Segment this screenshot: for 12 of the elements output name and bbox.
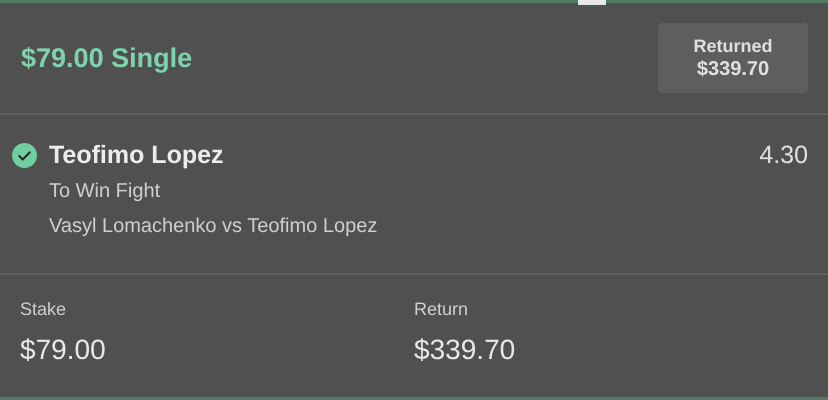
page-indicator: [578, 0, 606, 5]
summary-value: $339.70: [414, 334, 516, 366]
summary-label: Stake: [20, 299, 68, 320]
market-name: To Win Fight: [49, 180, 162, 203]
selection-name: Teofimo Lopez: [49, 141, 224, 170]
returned-amount: $339.70: [696, 58, 770, 81]
event-name: Vasyl Lomachenko vs Teofimo Lopez: [49, 215, 378, 238]
bet-title: $79.00 Single: [21, 42, 192, 74]
returned-label: Returned: [693, 35, 772, 58]
summary-label: Return: [414, 299, 470, 320]
summary-value: $79.00: [20, 334, 107, 366]
odds: 4.30: [759, 141, 808, 170]
